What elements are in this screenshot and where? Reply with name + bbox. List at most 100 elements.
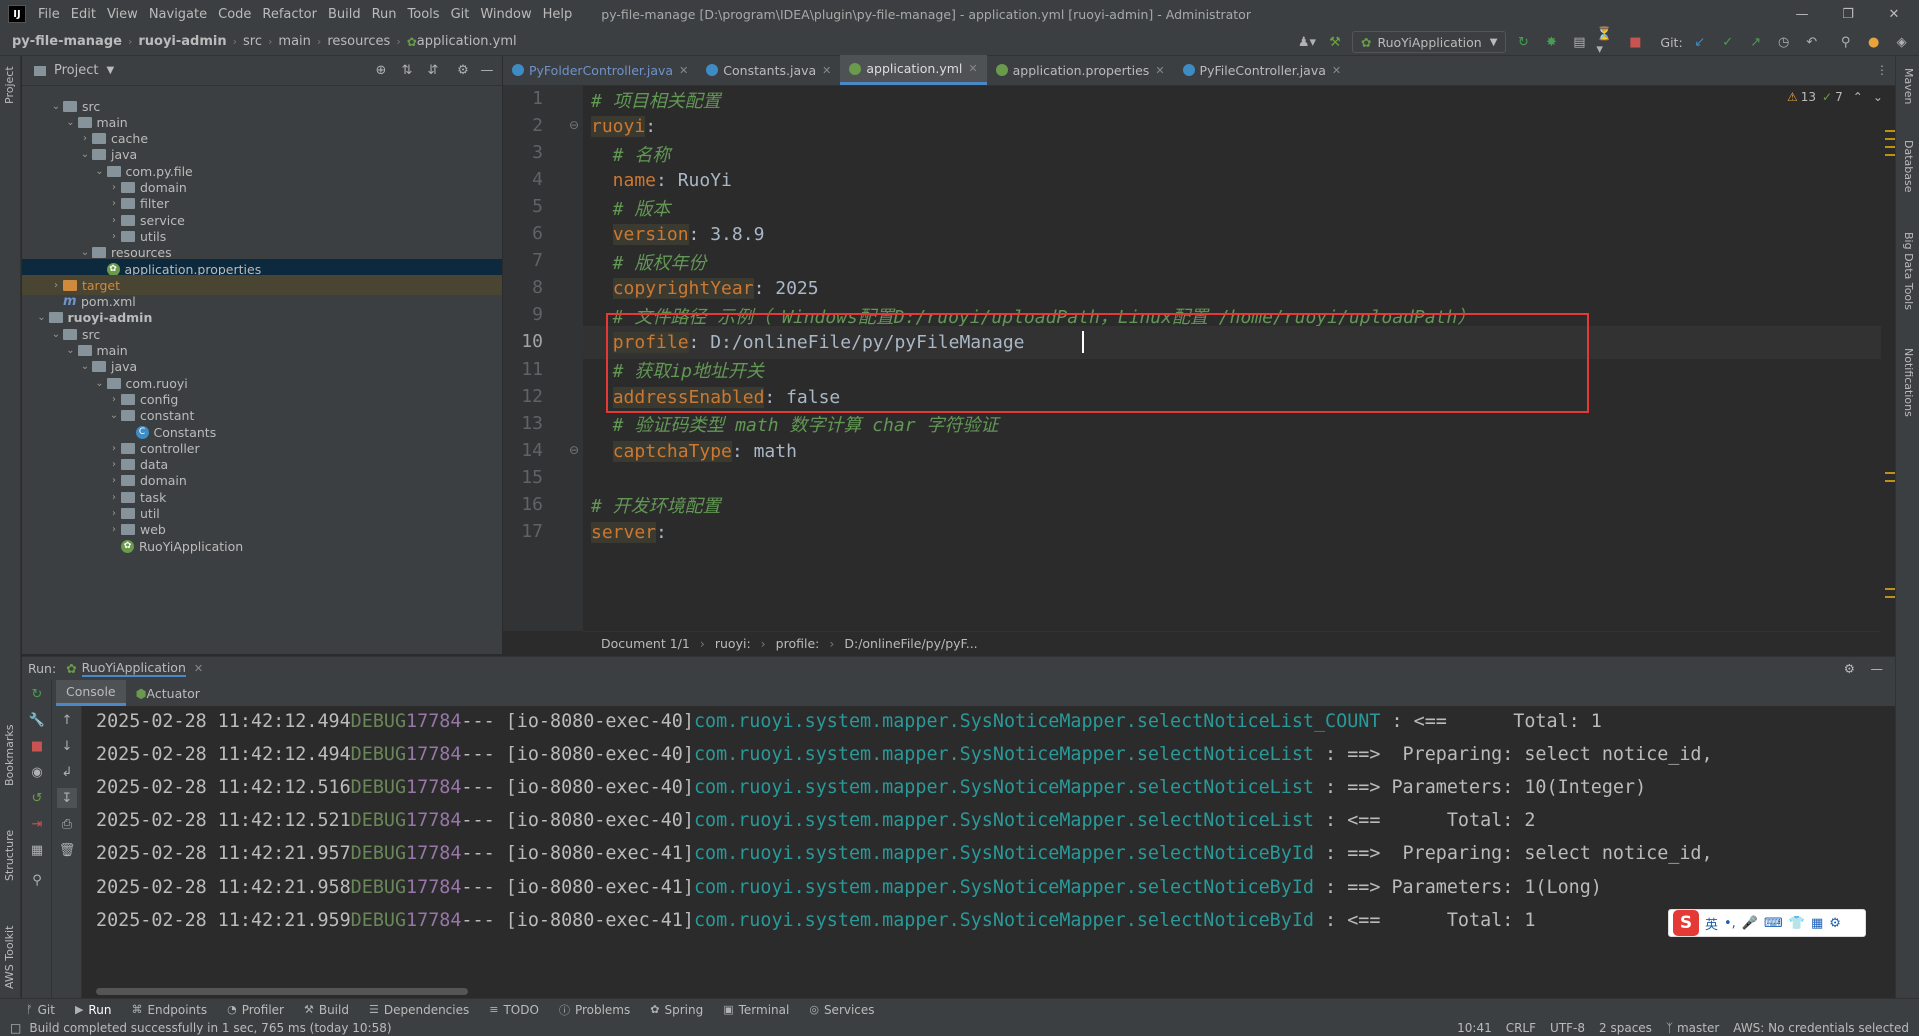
- menu-tools[interactable]: Tools: [408, 7, 440, 22]
- git-commit-icon[interactable]: ✓: [1717, 31, 1739, 53]
- soft-wrap-icon[interactable]: ↲: [57, 762, 77, 782]
- editor-crumb[interactable]: ruoyi:: [715, 636, 751, 651]
- bookmarks-tool-button[interactable]: Bookmarks: [3, 725, 16, 786]
- profile-icon[interactable]: ⏳▾: [1596, 27, 1618, 57]
- tool-todo[interactable]: ≡ TODO: [489, 1003, 539, 1017]
- chevron-down-icon[interactable]: ⌄: [107, 410, 121, 421]
- chevron-down-icon[interactable]: ⌄: [93, 166, 107, 177]
- expand-all-icon[interactable]: ⇅: [396, 60, 418, 82]
- menu-file[interactable]: File: [38, 7, 60, 22]
- menu-help[interactable]: Help: [543, 7, 573, 22]
- menu-build[interactable]: Build: [328, 7, 361, 22]
- breadcrumb-item[interactable]: ruoyi-admin: [138, 34, 226, 49]
- arrow-down-icon[interactable]: ↓: [57, 736, 77, 756]
- chevron-right-icon[interactable]: ›: [107, 231, 121, 242]
- tool-terminal[interactable]: ▣ Terminal: [723, 1003, 789, 1017]
- more-tabs-icon[interactable]: ⋮: [1876, 63, 1888, 77]
- wrench-icon[interactable]: 🔧: [27, 710, 47, 730]
- chevron-down-icon[interactable]: ⌄: [78, 247, 92, 258]
- print-icon[interactable]: ⎙: [57, 814, 77, 834]
- hide-panel-icon[interactable]: —: [476, 60, 498, 82]
- punctuation-icon[interactable]: •,: [1724, 916, 1736, 931]
- tool-dependencies[interactable]: ☰ Dependencies: [369, 1003, 469, 1017]
- ime-menu-icon[interactable]: ⚙: [1829, 916, 1841, 931]
- chevron-right-icon[interactable]: ›: [107, 215, 121, 226]
- status-message[interactable]: Build completed successfully in 1 sec, 7…: [29, 1021, 391, 1035]
- structure-tool-button[interactable]: Structure: [3, 830, 16, 881]
- hide-panel-icon[interactable]: —: [1871, 661, 1884, 676]
- restore-window-icon[interactable]: ❐: [1825, 0, 1871, 28]
- toolbox-icon[interactable]: ▦: [1811, 916, 1823, 931]
- close-tab-icon[interactable]: ✕: [1332, 64, 1341, 77]
- line-separator[interactable]: CRLF: [1506, 1021, 1536, 1035]
- arrow-up-icon[interactable]: ↑: [57, 710, 77, 730]
- ime-language-toggle[interactable]: 英: [1705, 914, 1718, 933]
- gear-icon[interactable]: ⚙: [1844, 661, 1855, 676]
- close-tab-icon[interactable]: ✕: [968, 62, 977, 75]
- editor-tab[interactable]: PyFolderController.java ✕: [503, 55, 697, 85]
- project-view-select[interactable]: Project: [54, 63, 98, 78]
- code-line[interactable]: server:: [583, 516, 1881, 549]
- chevron-up-icon[interactable]: ⌃: [1853, 90, 1863, 104]
- chevron-right-icon[interactable]: ›: [107, 198, 121, 209]
- menu-code[interactable]: Code: [218, 7, 251, 22]
- chevron-down-icon[interactable]: ⌄: [78, 149, 92, 160]
- close-window-icon[interactable]: ✕: [1871, 0, 1917, 28]
- chevron-down-icon[interactable]: ⌄: [35, 312, 49, 323]
- tree-item[interactable]: ✿ RuoYiApplication: [22, 536, 502, 556]
- chevron-right-icon[interactable]: ›: [107, 394, 121, 405]
- close-tab-icon[interactable]: ✕: [1155, 64, 1164, 77]
- editor-tab[interactable]: application.properties ✕: [987, 55, 1174, 85]
- chevron-right-icon[interactable]: ›: [107, 508, 121, 519]
- build-hammer-icon[interactable]: ⚒: [1324, 31, 1346, 53]
- run-config-tab[interactable]: RuoYiApplication: [81, 660, 186, 677]
- notifications-tool-button[interactable]: Notifications: [1902, 348, 1915, 417]
- skin-icon[interactable]: 👕: [1789, 916, 1805, 931]
- layout-icon[interactable]: ▦: [27, 840, 47, 860]
- menu-window[interactable]: Window: [480, 7, 531, 22]
- chevron-down-icon[interactable]: ⌄: [49, 329, 63, 340]
- git-push-icon[interactable]: ↗: [1745, 31, 1767, 53]
- tool-build[interactable]: ⚒ Build: [304, 1003, 349, 1017]
- run-configuration-select[interactable]: ✿ RuoYiApplication ▼: [1352, 31, 1507, 53]
- breadcrumb-item[interactable]: src: [243, 34, 262, 49]
- tool-git[interactable]: ᚠ Git: [26, 1003, 55, 1017]
- editor-crumb[interactable]: profile:: [776, 636, 820, 651]
- git-branch[interactable]: ᛉ master: [1666, 1021, 1719, 1035]
- menu-view[interactable]: View: [107, 7, 138, 22]
- chevron-down-icon[interactable]: ⌄: [64, 345, 78, 356]
- breadcrumb-item[interactable]: main: [278, 34, 310, 49]
- keyboard-icon[interactable]: ⌨: [1764, 916, 1783, 931]
- menu-navigate[interactable]: Navigate: [149, 7, 207, 22]
- chevron-right-icon[interactable]: ›: [107, 475, 121, 486]
- editor-crumb[interactable]: D:/onlineFile/py/pyF...: [844, 636, 977, 651]
- close-tab-icon[interactable]: ✕: [679, 64, 688, 77]
- indent-setting[interactable]: 2 spaces: [1599, 1021, 1652, 1035]
- rollback-icon[interactable]: ↶: [1801, 31, 1823, 53]
- debug-icon[interactable]: ✸: [1540, 31, 1562, 53]
- tool-endpoints[interactable]: ⌘ Endpoints: [131, 1003, 207, 1017]
- stop-icon[interactable]: ■: [27, 736, 47, 756]
- search-icon[interactable]: ⚲: [1835, 31, 1857, 53]
- exit-icon[interactable]: ⇥: [27, 814, 47, 834]
- chevron-right-icon[interactable]: ›: [78, 133, 92, 144]
- pin-icon[interactable]: ⚲: [27, 870, 47, 890]
- chevron-down-icon[interactable]: ▼: [106, 65, 114, 76]
- close-icon[interactable]: ✕: [194, 662, 203, 675]
- chevron-right-icon[interactable]: ›: [107, 182, 121, 193]
- editor-tab[interactable]: Constants.java ✕: [697, 55, 840, 85]
- console-horizontal-scrollbar[interactable]: [96, 988, 468, 995]
- maven-tool-button[interactable]: Maven: [1902, 68, 1915, 104]
- breadcrumb-item[interactable]: resources: [327, 34, 390, 49]
- updates-icon[interactable]: ●: [1863, 31, 1885, 53]
- tool-services[interactable]: ◎ Services: [809, 1003, 874, 1017]
- close-tab-icon[interactable]: ✕: [822, 64, 831, 77]
- chevron-right-icon[interactable]: ›: [107, 459, 121, 470]
- chevron-right-icon[interactable]: ›: [49, 280, 63, 291]
- chevron-right-icon[interactable]: ›: [107, 492, 121, 503]
- camera-icon[interactable]: ◉: [27, 762, 47, 782]
- menu-git[interactable]: Git: [451, 7, 470, 22]
- locate-icon[interactable]: ⊕: [370, 60, 392, 82]
- project-tool-button[interactable]: Project: [3, 66, 16, 104]
- inspection-widget[interactable]: ⚠ 13 ✓ 7 ⌃ ⌄: [1787, 90, 1883, 104]
